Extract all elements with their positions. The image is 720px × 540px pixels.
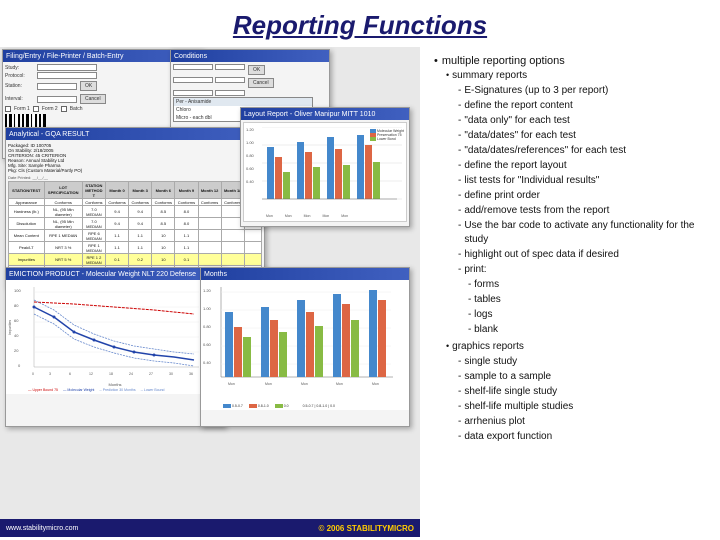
cancel-btn2[interactable]: Cancel bbox=[248, 78, 274, 88]
svg-text:60: 60 bbox=[14, 318, 19, 323]
bullet-graphics-label: graphics reports bbox=[452, 340, 524, 354]
bullet-add-remove: add/remove tests from the report bbox=[458, 204, 710, 218]
svg-text:6: 6 bbox=[69, 372, 71, 376]
bullet-print-sub: - forms - tables - logs - blank bbox=[458, 278, 710, 337]
svg-text:3: 3 bbox=[49, 372, 51, 376]
bullet-list-tests: list tests for "Individual results" bbox=[458, 174, 710, 188]
screen1-title: Filing/Entry / File-Printer / Batch-Entr… bbox=[6, 53, 123, 60]
screen4-content: 1.20 1.00 0.80 0.60 0.40 bbox=[243, 122, 407, 222]
svg-text:24: 24 bbox=[129, 372, 133, 376]
svg-text:20: 20 bbox=[14, 348, 19, 353]
svg-text:0.40: 0.40 bbox=[203, 360, 212, 365]
screen2-titlebar: Conditions bbox=[171, 50, 329, 62]
bullet-sub-container: summary reports E-Signatures (up to 3 pe… bbox=[434, 69, 710, 444]
line-chart-svg: 100 80 60 40 20 0 bbox=[14, 282, 199, 382]
ok-btn[interactable]: OK bbox=[80, 81, 97, 91]
page-title: Reporting Functions bbox=[0, 0, 720, 47]
bullet-data-dates-refs: "data/dates/references" for each test bbox=[458, 144, 710, 158]
svg-text:30: 30 bbox=[169, 372, 173, 376]
right-panel: multiple reporting options summary repor… bbox=[420, 47, 720, 537]
bullet-print-order: define print order bbox=[458, 189, 710, 203]
bullet-highlight-spec: highlight out of spec data if desired bbox=[458, 248, 710, 262]
svg-text:Mon: Mon bbox=[265, 382, 272, 386]
screen-line-chart: EMICTION PRODUCT - Molecular Weight NLT … bbox=[5, 267, 225, 427]
bullet-data-export: data export function bbox=[458, 430, 710, 444]
bullet-blank: - blank bbox=[468, 323, 710, 337]
svg-text:40: 40 bbox=[14, 333, 19, 338]
svg-text:100: 100 bbox=[14, 288, 21, 293]
svg-text:Mon: Mon bbox=[336, 382, 343, 386]
svg-text:1.00: 1.00 bbox=[203, 306, 212, 311]
bullet-graphics-reports: graphics reports bbox=[446, 340, 710, 354]
svg-text:36: 36 bbox=[189, 372, 193, 376]
svg-text:Mon: Mon bbox=[228, 382, 235, 386]
bullet-graphics-sub: single study sample to a sample shelf-li… bbox=[446, 355, 710, 444]
screen5-title: EMICTION PRODUCT - Molecular Weight NLT … bbox=[9, 271, 196, 278]
bullet-barcode-activate: Use the bar code to activate any functio… bbox=[458, 219, 710, 247]
bullet-section-main: multiple reporting options summary repor… bbox=[434, 55, 710, 444]
bullet-shelf-single: shelf-life single study bbox=[458, 385, 710, 399]
ok-btn2[interactable]: OK bbox=[248, 65, 265, 75]
bullet-shelf-multiple: shelf-life multiple studies bbox=[458, 400, 710, 414]
screen6-content: 1.20 1.00 0.80 0.60 0.40 bbox=[201, 280, 409, 410]
screen6-title: Months bbox=[204, 271, 227, 278]
svg-text:0.60: 0.60 bbox=[203, 342, 212, 347]
bar-chart2-svg: 1.20 1.00 0.80 0.60 0.40 bbox=[203, 282, 393, 402]
bullet-data-dates: "data/dates" for each test bbox=[458, 129, 710, 143]
svg-text:Mon: Mon bbox=[372, 382, 379, 386]
screen5-content: Impurities 100 80 60 40 20 0 bbox=[6, 280, 224, 394]
bullet-print: print: bbox=[458, 263, 710, 277]
svg-text:80: 80 bbox=[14, 303, 19, 308]
bullet-forms: - forms bbox=[468, 278, 710, 292]
screen6-titlebar: Months bbox=[201, 268, 409, 280]
screen2-title: Conditions bbox=[174, 53, 207, 60]
bullet-esig: E-Signatures (up to 3 per report) bbox=[458, 84, 710, 98]
bullet-define-layout: define the report layout bbox=[458, 159, 710, 173]
bullet-arrhenius: arrhenius plot bbox=[458, 415, 710, 429]
bullet-summary-reports: summary reports bbox=[446, 69, 710, 83]
screen4-title: Layout Report - Oliver Manipur MITT 1010 bbox=[244, 111, 375, 118]
bullet-single-study: single study bbox=[458, 355, 710, 369]
bullet-data-only: "data only" for each test bbox=[458, 114, 710, 128]
screen-bar-chart2: Months 1.20 1.00 0.80 0.60 0.40 bbox=[200, 267, 410, 427]
screen3-titlebar: Analytical - GQA RESULT bbox=[6, 128, 264, 140]
footer-bar: www.stabilitymicro.com © 2006 STABILITYM… bbox=[0, 519, 420, 537]
svg-text:Mon: Mon bbox=[301, 382, 308, 386]
screen-bar-chart: Layout Report - Oliver Manipur MITT 1010… bbox=[240, 107, 410, 227]
svg-text:0.80: 0.80 bbox=[203, 324, 212, 329]
cancel-btn[interactable]: Cancel bbox=[80, 94, 106, 104]
svg-text:27: 27 bbox=[149, 372, 153, 376]
svg-text:0: 0 bbox=[18, 363, 21, 368]
bullet-main-label: multiple reporting options bbox=[434, 55, 710, 67]
bullet-summary-sub: E-Signatures (up to 3 per report) define… bbox=[446, 84, 710, 337]
bullet-define-content: define the report content bbox=[458, 99, 710, 113]
screen3-title: Analytical - GQA RESULT bbox=[9, 131, 89, 138]
footer-right: © 2006 STABILITYMICRO bbox=[318, 524, 414, 533]
main-container: Filing/Entry / File-Printer / Batch-Entr… bbox=[0, 47, 720, 537]
svg-text:0: 0 bbox=[32, 372, 34, 376]
svg-text:1.20: 1.20 bbox=[203, 288, 212, 293]
svg-text:18: 18 bbox=[109, 372, 113, 376]
svg-text:12: 12 bbox=[89, 372, 93, 376]
screen-table: Analytical - GQA RESULT Packaged: ID 100… bbox=[5, 127, 265, 287]
bullet-logs: - logs bbox=[468, 308, 710, 322]
bullet-sample-sample: sample to a sample bbox=[458, 370, 710, 384]
bullet-tables: - tables bbox=[468, 293, 710, 307]
footer-left: www.stabilitymicro.com bbox=[6, 525, 78, 532]
screen4-titlebar: Layout Report - Oliver Manipur MITT 1010 bbox=[241, 108, 409, 120]
screen5-titlebar: EMICTION PRODUCT - Molecular Weight NLT … bbox=[6, 268, 224, 280]
bullet-summary-label: summary reports bbox=[452, 69, 527, 83]
left-panel: Filing/Entry / File-Printer / Batch-Entr… bbox=[0, 47, 420, 537]
